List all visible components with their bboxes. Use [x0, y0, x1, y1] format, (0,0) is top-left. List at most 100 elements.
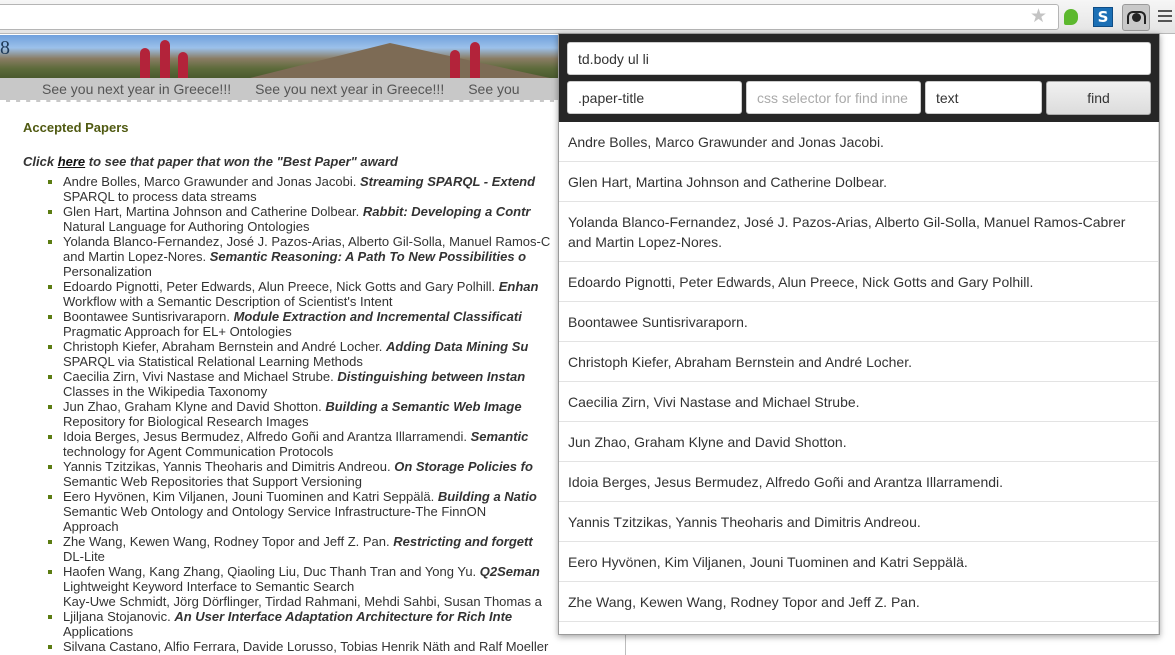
s-extension-icon[interactable]: S	[1093, 7, 1113, 27]
attribute-input[interactable]	[925, 81, 1042, 114]
paper-list-item: DL-Lite	[63, 549, 623, 564]
spider-extension-icon[interactable]	[1122, 4, 1150, 31]
paper-title: Module Extraction and Incremental Classi…	[233, 309, 522, 324]
result-item[interactable]: Idoia Berges, Jesus Bermudez, Alfredo Go…	[559, 462, 1159, 502]
result-item[interactable]: Yannis Tzitzikas, Yannis Theoharis and D…	[559, 502, 1159, 542]
paper-authors: Idoia Berges, Jesus Bermudez, Alfredo Go…	[63, 429, 467, 444]
paper-list-item: Eero Hyvönen, Kim Viljanen, Jouni Tuomin…	[63, 489, 623, 504]
accepted-papers-list: Andre Bolles, Marco Grawunder and Jonas …	[23, 174, 623, 654]
paper-title: On Storage Policies fo	[394, 459, 533, 474]
evernote-icon[interactable]	[1061, 7, 1081, 27]
paper-list-item: Lightweight Keyword Interface to Semanti…	[63, 579, 623, 594]
paper-authors: Classes in the Wikipedia Taxonomy	[63, 384, 268, 399]
paper-authors: Andre Bolles, Marco Grawunder and Jonas …	[63, 174, 357, 189]
best-paper-note: Click here to see that paper that won th…	[23, 154, 623, 169]
paper-list-item: Yolanda Blanco-Fernandez, José J. Pazos-…	[63, 234, 623, 249]
inner-selector-input[interactable]	[746, 81, 921, 114]
paper-list-item: Kay-Uwe Schmidt, Jörg Dörflinger, Tirdad…	[63, 594, 623, 609]
results-list: Andre Bolles, Marco Grawunder and Jonas …	[559, 122, 1159, 634]
paper-list-item: SPARQL via Statistical Relational Learni…	[63, 354, 623, 369]
paper-title: Distinguishing between Instan	[337, 369, 526, 384]
paper-authors: Ljiljana Stojanovic.	[63, 609, 171, 624]
paper-authors: Jun Zhao, Graham Klyne and David Shotton…	[63, 399, 322, 414]
paper-list-item: Repository for Biological Research Image…	[63, 414, 623, 429]
paper-authors: and Martin Lopez-Nores.	[63, 249, 207, 264]
menu-icon[interactable]	[1158, 10, 1172, 25]
paper-authors: Glen Hart, Martina Johnson and Catherine…	[63, 204, 360, 219]
best-paper-suffix: to see that paper that won the "Best Pap…	[85, 154, 398, 169]
paper-authors: Kay-Uwe Schmidt, Jörg Dörflinger, Tirdad…	[63, 594, 542, 609]
result-item[interactable]: Glen Hart, Martina Johnson and Catherine…	[559, 162, 1159, 202]
paper-authors: Personalization	[63, 264, 152, 279]
paper-authors: Silvana Castano, Alfio Ferrara, Davide L…	[63, 639, 549, 654]
column-divider	[625, 633, 626, 655]
paper-title: Building a Natio	[437, 489, 537, 504]
result-item[interactable]: Andre Bolles, Marco Grawunder and Jonas …	[559, 122, 1159, 162]
paper-list-item: Applications	[63, 624, 623, 639]
paper-authors: technology for Agent Communication Proto…	[63, 444, 334, 459]
paper-authors: Pragmatic Approach for EL+ Ontologies	[63, 324, 292, 339]
result-item[interactable]: Boontawee Suntisrivaraporn.	[559, 302, 1159, 342]
paper-list-item: Classes in the Wikipedia Taxonomy	[63, 384, 623, 399]
paper-list-item: Pragmatic Approach for EL+ Ontologies	[63, 324, 623, 339]
paper-authors: SPARQL via Statistical Relational Learni…	[63, 354, 363, 369]
paper-list-item: Andre Bolles, Marco Grawunder and Jonas …	[63, 174, 623, 189]
paper-authors: SPARQL to process data streams	[63, 189, 257, 204]
paper-list-item: Boontawee Suntisrivaraporn. Module Extra…	[63, 309, 623, 324]
result-item[interactable]: Jun Zhao, Graham Klyne and David Shotton…	[559, 422, 1159, 462]
paper-title: Q2Seman	[479, 564, 540, 579]
paper-list-item: Glen Hart, Martina Johnson and Catherine…	[63, 204, 623, 219]
best-paper-prefix: Click	[23, 154, 58, 169]
paper-list-item: Christoph Kiefer, Abraham Bernstein and …	[63, 339, 623, 354]
paper-authors: Caecilia Zirn, Vivi Nastase and Michael …	[63, 369, 334, 384]
address-bar[interactable]	[0, 4, 1059, 30]
scraper-popup: find Andre Bolles, Marco Grawunder and J…	[558, 33, 1160, 635]
page-heading: Accepted Papers	[23, 120, 129, 135]
page-content: Accepted Papers Click here to see that p…	[23, 120, 623, 654]
paper-authors: Christoph Kiefer, Abraham Bernstein and …	[63, 339, 383, 354]
ticker-text: See you	[468, 81, 520, 97]
paper-title: Semantic Reasoning: A Path To New Possib…	[209, 249, 527, 264]
best-paper-link[interactable]: here	[58, 154, 85, 169]
paper-title: Restricting and forgett	[393, 534, 533, 549]
paper-authors: Eero Hyvönen, Kim Viljanen, Jouni Tuomin…	[63, 489, 435, 504]
browser-toolbar: ★ S	[0, 0, 1175, 34]
popup-header: find	[559, 34, 1159, 122]
paper-list-item: Approach	[63, 519, 623, 534]
result-item[interactable]: Yolanda Blanco-Fernandez, José J. Pazos-…	[559, 202, 1159, 262]
paper-authors: Edoardo Pignotti, Peter Edwards, Alun Pr…	[63, 279, 496, 294]
paper-title: An User Interface Adaptation Architectur…	[174, 609, 513, 624]
results-scroll-edge	[1158, 122, 1159, 634]
paper-list-item: and Martin Lopez-Nores. Semantic Reasoni…	[63, 249, 623, 264]
paper-list-item: SPARQL to process data streams	[63, 189, 623, 204]
paper-authors: Zhe Wang, Kewen Wang, Rodney Topor and J…	[63, 534, 390, 549]
title-selector-input[interactable]	[567, 81, 742, 114]
result-item[interactable]: Zhe Wang, Kewen Wang, Rodney Topor and J…	[559, 582, 1159, 622]
paper-list-item: Semantic Web Ontology and Ontology Servi…	[63, 504, 623, 519]
paper-list-item: Ljiljana Stojanovic. An User Interface A…	[63, 609, 623, 624]
paper-authors: Natural Language for Authoring Ontologie…	[63, 219, 310, 234]
result-item[interactable]: Eero Hyvönen, Kim Viljanen, Jouni Tuomin…	[559, 542, 1159, 582]
paper-list-item: Caecilia Zirn, Vivi Nastase and Michael …	[63, 369, 623, 384]
paper-list-item: Workflow with a Semantic Description of …	[63, 294, 623, 309]
paper-list-item: Idoia Berges, Jesus Bermudez, Alfredo Go…	[63, 429, 623, 444]
paper-authors: Yolanda Blanco-Fernandez, José J. Pazos-…	[63, 234, 551, 249]
paper-authors: Repository for Biological Research Image…	[63, 414, 309, 429]
paper-title: Enhan	[498, 279, 539, 294]
result-item[interactable]: Christoph Kiefer, Abraham Bernstein and …	[559, 342, 1159, 382]
star-icon[interactable]: ★	[1030, 7, 1047, 27]
paper-list-item: Personalization	[63, 264, 623, 279]
announcement-ticker: See you next year in Greece!!! See you ne…	[0, 78, 560, 102]
paper-title: Building a Semantic Web Image	[325, 399, 522, 414]
paper-authors: Applications	[63, 624, 134, 639]
paper-authors: Lightweight Keyword Interface to Semanti…	[63, 579, 355, 594]
ticker-text: See you next year in Greece!!!	[42, 81, 232, 97]
paper-authors: Boontawee Suntisrivaraporn.	[63, 309, 230, 324]
result-item[interactable]: Caecilia Zirn, Vivi Nastase and Michael …	[559, 382, 1159, 422]
paper-list-item: Natural Language for Authoring Ontologie…	[63, 219, 623, 234]
css-selector-input[interactable]	[567, 42, 1151, 75]
paper-authors: Haofen Wang, Kang Zhang, Qiaoling Liu, D…	[63, 564, 477, 579]
find-button[interactable]: find	[1046, 81, 1151, 115]
result-item[interactable]: Edoardo Pignotti, Peter Edwards, Alun Pr…	[559, 262, 1159, 302]
result-item[interactable]: Haofen Wang, Kang Zhang, Qiaoling Liu, D…	[559, 622, 1159, 634]
